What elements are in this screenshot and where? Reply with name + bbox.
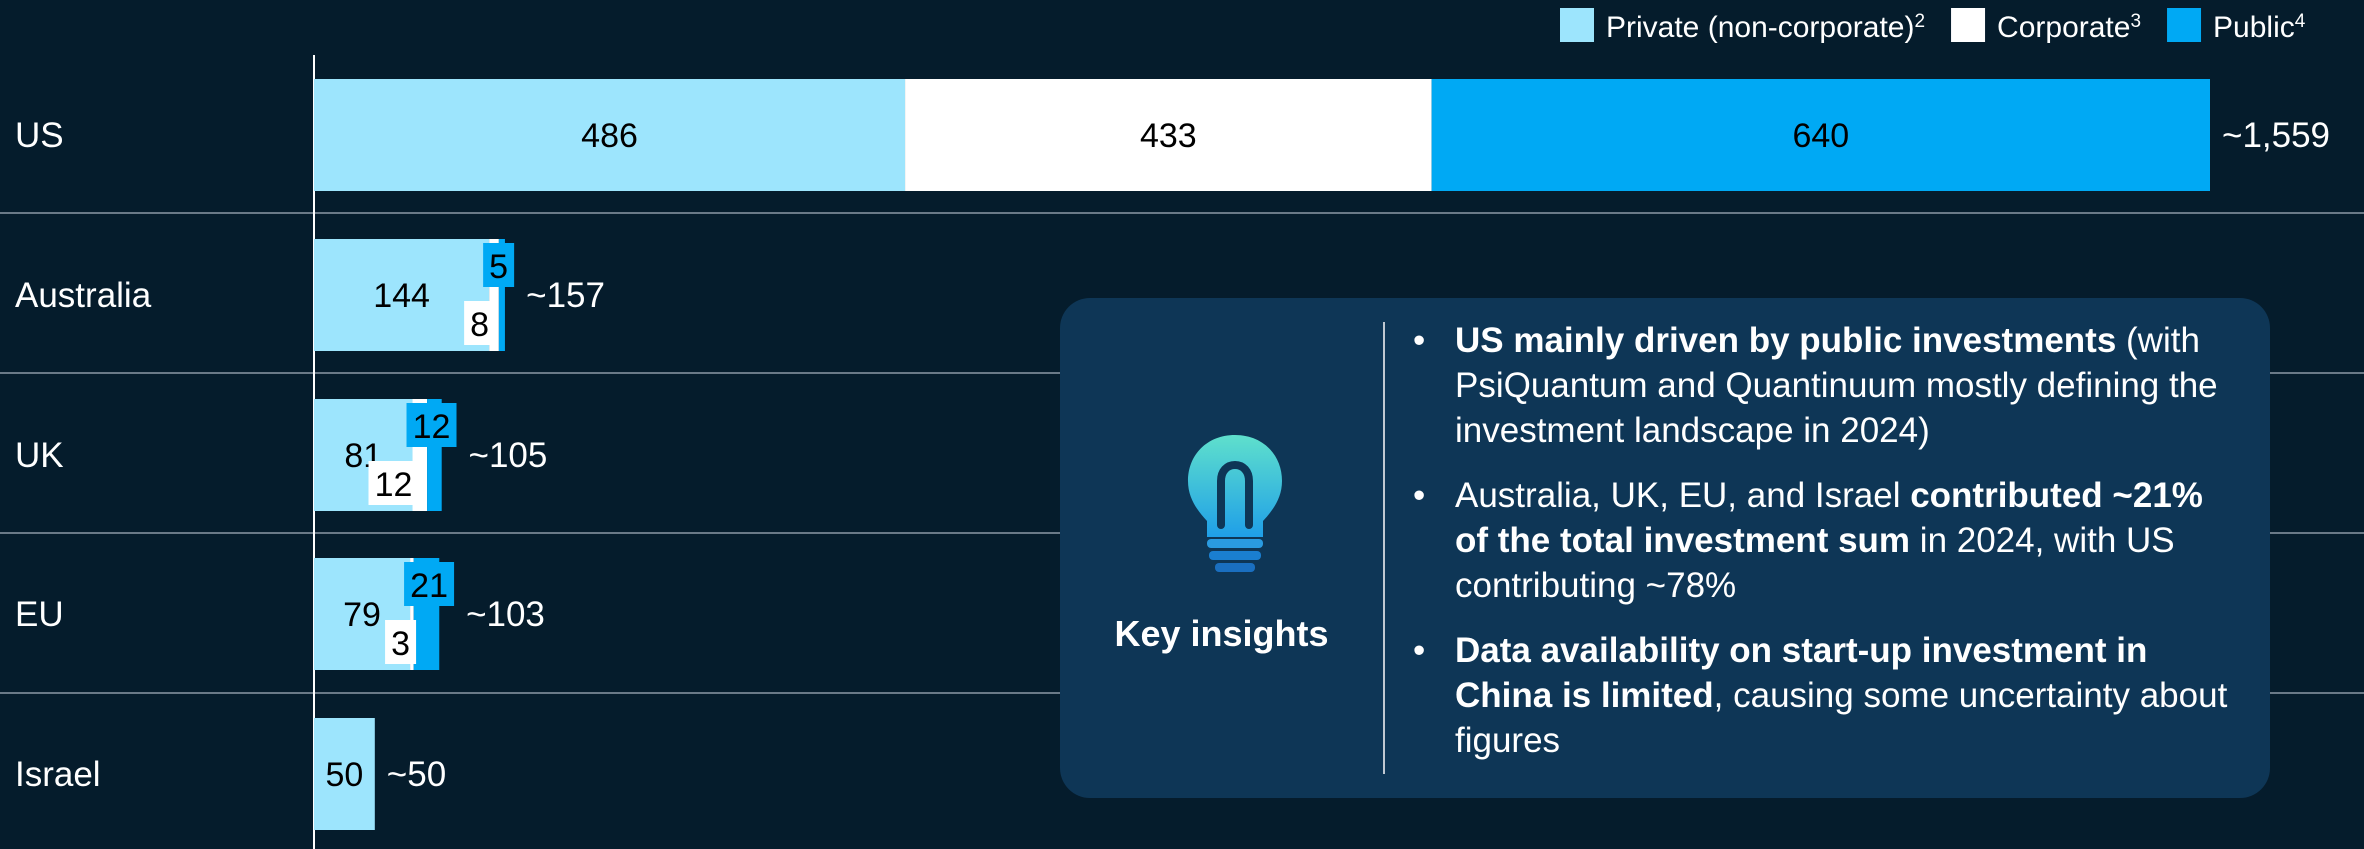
value-label-corporate: 3 (391, 625, 410, 663)
bullet-dot: • (1413, 321, 1426, 360)
insight-text-bold: US mainly driven by public investments (1455, 321, 2117, 360)
category-label: US (15, 116, 64, 155)
legend-swatch (2167, 8, 2202, 42)
value-label-private: 144 (373, 277, 430, 315)
insight-bullet: • Australia, UK, EU, and Israel contribut… (1405, 473, 2245, 608)
value-label-public: 5 (489, 248, 508, 286)
insight-bullet: • Data availability on start-up investmen… (1405, 628, 2245, 763)
value-label-private: 79 (343, 596, 381, 634)
value-label-private: 486 (581, 117, 638, 155)
legend-label: Private (non-corporate)2 (1606, 11, 1925, 44)
bullet-dot: • (1413, 631, 1426, 670)
panel-divider (1383, 322, 1385, 774)
value-label-corporate: 8 (470, 306, 489, 344)
category-label: EU (15, 595, 64, 634)
total-label: ~103 (466, 595, 545, 634)
legend-swatch (1560, 8, 1594, 42)
total-label: ~1,559 (2222, 116, 2330, 155)
value-label-corporate: 433 (1140, 117, 1197, 155)
key-insights-panel: Key insights • US mainly driven by public… (1060, 298, 2270, 798)
value-label-corporate: 12 (375, 466, 413, 504)
insight-text: Australia, UK, EU, and Israel (1455, 476, 1911, 515)
legend-swatch (1951, 8, 1986, 42)
category-label: Australia (15, 276, 152, 315)
key-insights-title: Key insights (1114, 613, 1329, 654)
legend-label: Corporate3 (1997, 11, 2141, 44)
category-label: Israel (15, 755, 101, 794)
value-label-private: 50 (325, 756, 363, 794)
value-label-public: 21 (410, 567, 448, 605)
total-label: ~105 (469, 436, 548, 475)
category-label: UK (15, 436, 64, 475)
insights-list: • US mainly driven by public investments … (1405, 318, 2245, 783)
value-label-public: 12 (413, 408, 451, 446)
legend-label: Public4 (2213, 11, 2306, 44)
insight-bullet: • US mainly driven by public investments … (1405, 318, 2245, 453)
total-label: ~50 (387, 755, 446, 794)
lightbulb-icon (1188, 435, 1282, 572)
total-label: ~157 (526, 276, 605, 315)
value-label-public: 640 (1792, 117, 1849, 155)
bullet-dot: • (1413, 476, 1426, 515)
